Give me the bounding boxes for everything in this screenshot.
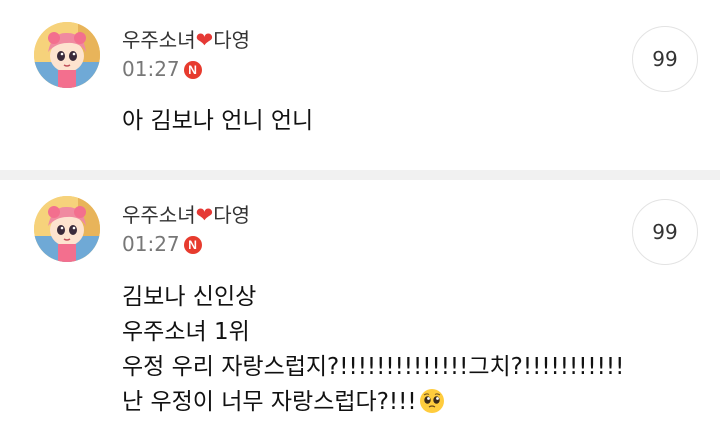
new-badge: N — [183, 61, 202, 79]
post-text-line: 우주소녀 1위 — [122, 319, 250, 345]
counter-button[interactable]: 99 — [632, 26, 698, 92]
avatar-illustration-icon — [34, 196, 100, 262]
post-divider — [0, 170, 720, 180]
post-meta: 01:27 N — [122, 57, 202, 81]
post-body: 김보나 신인상 우주소녀 1위 우정 우리 자랑스럽지?!!!!!!!!!!!!… — [122, 280, 624, 425]
avatar[interactable] — [34, 196, 100, 262]
timestamp: 01:27 — [122, 232, 180, 256]
heart-icon: ❤ — [195, 28, 214, 52]
pleading-face-icon — [419, 388, 445, 425]
author-name-suffix: 다영 — [213, 28, 251, 52]
post-text-line: 난 우정이 너무 자랑스럽다?!!! — [122, 385, 624, 425]
author-name-prefix: 우주소녀 — [122, 28, 196, 52]
avatar-illustration-icon — [34, 22, 100, 88]
post-text-line: 아 김보나 언니 언니 — [122, 108, 314, 134]
avatar[interactable] — [34, 22, 100, 88]
counter-button[interactable]: 99 — [632, 199, 698, 265]
post-body: 아 김보나 언니 언니 — [122, 104, 313, 139]
post-card: 우주소녀❤다영 01:27 N 99 아 김보나 언니 언니 — [0, 0, 720, 170]
post-text-line: 김보나 신인상 — [122, 284, 257, 310]
timestamp: 01:27 — [122, 57, 180, 81]
post-meta: 01:27 N — [122, 232, 202, 256]
author-name[interactable]: 우주소녀❤다영 — [122, 24, 250, 53]
post-text-line: 우정 우리 자랑스럽지?!!!!!!!!!!!!!!그치?!!!!!!!!!!! — [122, 354, 625, 380]
new-badge: N — [183, 236, 202, 254]
heart-icon: ❤ — [195, 203, 214, 227]
post-card: 우주소녀❤다영 01:27 N 99 김보나 신인상 우주소녀 1위 우정 우리 … — [0, 180, 720, 444]
author-name-prefix: 우주소녀 — [122, 203, 196, 227]
author-name[interactable]: 우주소녀❤다영 — [122, 199, 250, 228]
author-name-suffix: 다영 — [213, 203, 251, 227]
post-text: 난 우정이 너무 자랑스럽다?!!! — [122, 389, 417, 415]
